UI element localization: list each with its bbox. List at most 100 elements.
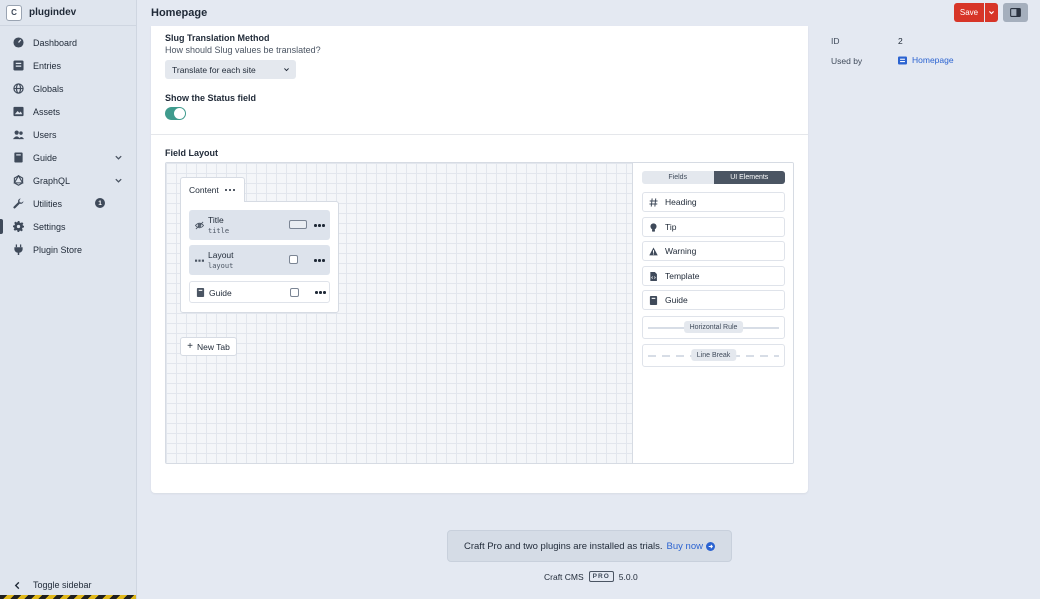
required-indicator[interactable] (289, 220, 307, 229)
toggle-details-button[interactable] (1003, 3, 1028, 22)
globe-icon (12, 83, 24, 95)
nav-item-settings[interactable]: Settings (0, 215, 136, 238)
meta-used-by-label: Used by (831, 56, 863, 66)
save-menu-button[interactable] (985, 3, 998, 22)
field-name: Layout (208, 250, 234, 260)
nav-label: Globals (33, 83, 64, 94)
layout-field-title[interactable]: Title title (189, 210, 330, 240)
divider (151, 134, 808, 135)
nav-item-globals[interactable]: Globals (0, 77, 136, 100)
more-icon[interactable] (314, 224, 325, 227)
trial-notice: Craft Pro and two plugins are installed … (447, 530, 732, 562)
tab-fields[interactable]: Fields (642, 171, 714, 184)
nav-item-utilities[interactable]: Utilities 1 (0, 192, 136, 215)
ui-element-line-break[interactable]: Line Break (642, 344, 785, 367)
nav-item-plugin-store[interactable]: Plugin Store (0, 238, 136, 261)
book-icon (648, 295, 659, 306)
field-name: Guide (209, 288, 232, 298)
product-name: Craft CMS (544, 571, 584, 582)
more-icon[interactable] (224, 188, 236, 192)
status-toggle[interactable] (165, 107, 186, 120)
new-tab-label: New Tab (196, 341, 230, 352)
ui-element-label: Template (665, 271, 700, 281)
chevron-down-icon[interactable] (114, 153, 123, 162)
nav-item-users[interactable]: Users (0, 123, 136, 146)
slug-translation-value: Translate for each site (172, 64, 256, 75)
plug-icon (12, 244, 24, 256)
slug-translation-select[interactable]: Translate for each site (165, 60, 296, 79)
used-by-link[interactable]: Homepage (898, 55, 954, 65)
field-layout-label: Field Layout (165, 148, 219, 158)
wrench-icon (12, 198, 24, 210)
notification-badge: 1 (95, 198, 105, 208)
buy-now-label: Buy now (666, 540, 703, 552)
page-header: Homepage Save (137, 0, 1040, 26)
book-icon (195, 287, 205, 297)
ui-element-label: Tip (665, 222, 677, 232)
ui-element-label: Warning (665, 246, 697, 256)
field-handle: layout (208, 262, 234, 270)
field-handle: title (208, 227, 230, 235)
ui-element-label: Horizontal Rule (683, 321, 744, 333)
gear-icon (12, 221, 24, 233)
ui-element-label: Guide (665, 295, 688, 305)
chevron-down-icon (284, 68, 289, 72)
layout-field-guide[interactable]: Guide (189, 281, 330, 303)
ui-element-tip[interactable]: Tip (642, 217, 785, 237)
sidebar-panel-icon (1010, 8, 1021, 17)
toggle-sidebar-button[interactable]: Toggle sidebar (0, 576, 136, 594)
nav-label: Settings (33, 221, 66, 232)
page-title: Homepage (151, 7, 208, 19)
lightbulb-icon (648, 222, 659, 233)
ui-element-label: Line Break (690, 349, 737, 361)
slug-translation-label: Slug Translation Method (165, 33, 270, 43)
ui-element-warning[interactable]: Warning (642, 241, 785, 261)
used-by-value: Homepage (912, 55, 954, 65)
field-name: Title (208, 215, 224, 225)
version-number: 5.0.0 (618, 571, 638, 582)
ui-element-template[interactable]: Template (642, 266, 785, 286)
edition-badge: PRO (588, 571, 614, 582)
warning-icon (648, 246, 659, 257)
main-nav: Dashboard Entries Globals Assets Users G… (0, 26, 136, 261)
more-icon[interactable] (315, 291, 326, 294)
required-checkbox[interactable] (290, 288, 299, 297)
image-icon (12, 106, 24, 118)
entries-icon (12, 60, 24, 72)
nav-item-entries[interactable]: Entries (0, 54, 136, 77)
nav-label: Dashboard (33, 37, 78, 48)
library-tabs: Fields UI Elements (642, 171, 785, 184)
chevron-down-icon[interactable] (114, 176, 123, 185)
nav-label: Utilities (33, 198, 63, 209)
element-library: Fields UI Elements Heading Tip Warning T… (633, 163, 793, 463)
nav-item-assets[interactable]: Assets (0, 100, 136, 123)
tab-name: Content (189, 185, 219, 195)
nav-label: Entries (33, 60, 62, 71)
new-tab-button[interactable]: + New Tab (180, 337, 237, 356)
nav-label: Assets (33, 106, 61, 117)
layout-field-layout[interactable]: Layout layout (189, 245, 330, 275)
site-name: plugindev (29, 7, 77, 18)
ellipsis-icon (194, 255, 204, 265)
ui-element-heading[interactable]: Heading (642, 192, 785, 212)
nav-label: Guide (33, 152, 58, 163)
hazard-stripe (0, 595, 136, 599)
ui-element-label: Heading (665, 197, 697, 207)
save-button[interactable]: Save (954, 3, 984, 22)
eye-slash-icon (194, 220, 204, 230)
more-icon[interactable] (314, 259, 325, 262)
version-info: Craft CMS PRO 5.0.0 (544, 571, 638, 582)
tab-ui-elements[interactable]: UI Elements (713, 171, 785, 184)
ui-element-horizontal-rule[interactable]: Horizontal Rule (642, 316, 785, 339)
nav-item-dashboard[interactable]: Dashboard (0, 31, 136, 54)
buy-now-link[interactable]: Buy now (667, 541, 715, 552)
nav-item-graphql[interactable]: GraphQL (0, 169, 136, 192)
nav-item-guide[interactable]: Guide (0, 146, 136, 169)
site-switcher[interactable]: C plugindev (0, 0, 136, 26)
status-field-label: Show the Status field (165, 93, 257, 103)
ui-element-guide[interactable]: Guide (642, 290, 785, 310)
tab-content[interactable]: Content (180, 177, 245, 202)
required-checkbox[interactable] (289, 255, 298, 264)
file-code-icon (648, 271, 659, 282)
slug-translation-help: How should Slug values be translated? (165, 45, 321, 55)
